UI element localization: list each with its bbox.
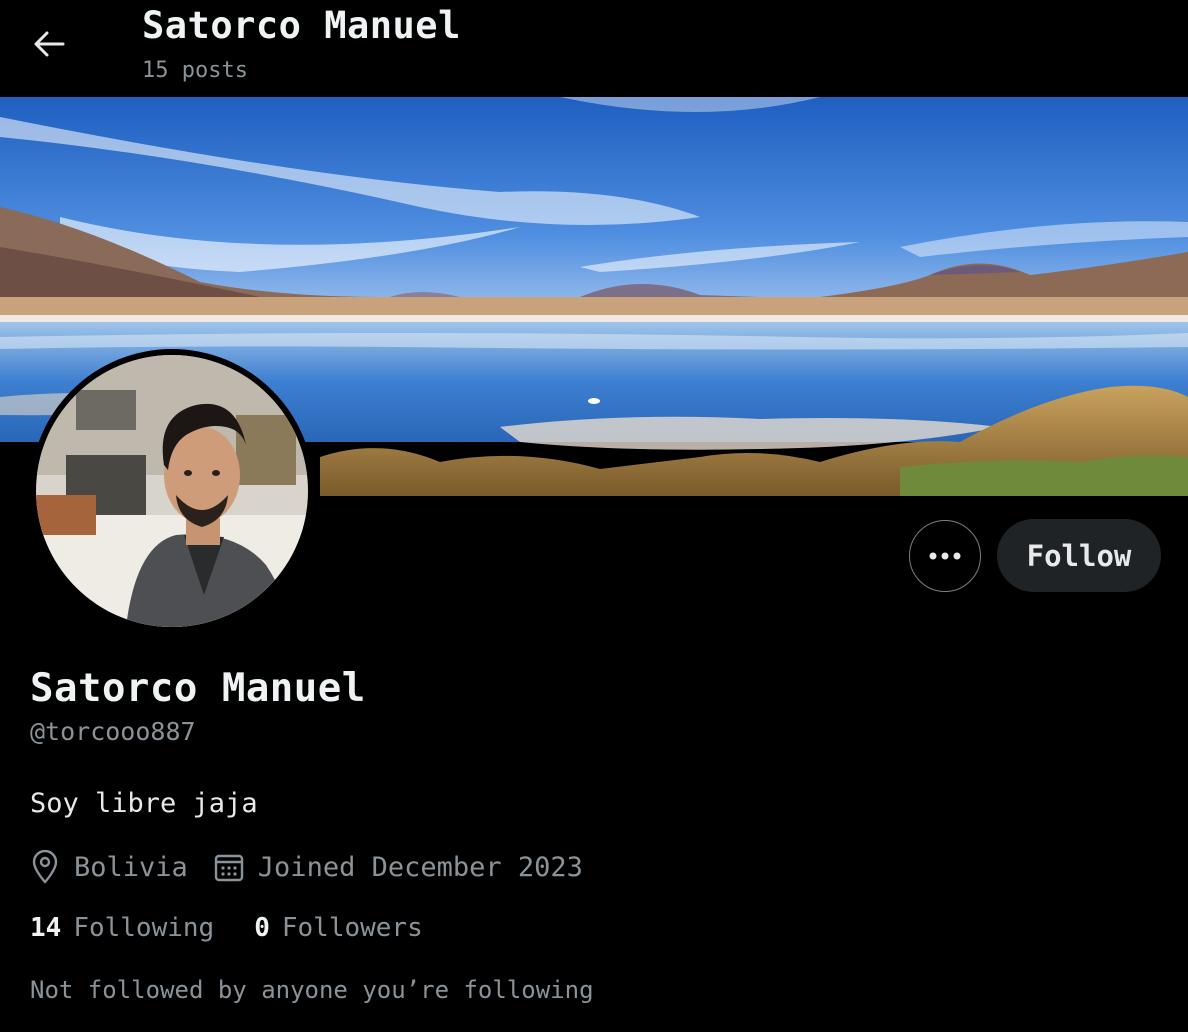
following-label: Following — [73, 913, 215, 943]
profile-avatar[interactable] — [30, 349, 314, 633]
header-post-count: 15 posts — [142, 58, 248, 83]
profile-header-bar: Satorco Manuel 15 posts — [0, 0, 1188, 97]
followers-link[interactable]: 0 Followers — [254, 913, 423, 943]
profile-meta: Bolivia Joined December 2023 — [30, 850, 583, 884]
profile-stats: 14 Following 0 Followers — [30, 913, 423, 943]
follow-button[interactable]: Follow — [997, 519, 1161, 592]
profile-handle: @torcooo887 — [30, 717, 196, 746]
back-button[interactable] — [22, 20, 76, 68]
header-title: Satorco Manuel — [142, 4, 461, 47]
following-count: 14 — [30, 913, 62, 943]
profile-display-name: Satorco Manuel — [30, 666, 366, 711]
arrow-left-icon — [34, 31, 65, 57]
more-horizontal-icon — [929, 552, 961, 560]
following-link[interactable]: 14 Following — [30, 913, 214, 943]
profile-bio: Soy libre jaja — [30, 788, 258, 819]
profile-joined-date: Joined December 2023 — [257, 851, 583, 883]
location-pin-icon — [30, 850, 60, 884]
followers-label: Followers — [281, 913, 423, 943]
followers-count: 0 — [254, 913, 270, 943]
profile-location: Bolivia — [74, 851, 188, 883]
more-options-button[interactable] — [909, 520, 981, 592]
mutual-followers-note: Not followed by anyone you’re following — [30, 976, 594, 1004]
calendar-icon — [214, 852, 244, 882]
